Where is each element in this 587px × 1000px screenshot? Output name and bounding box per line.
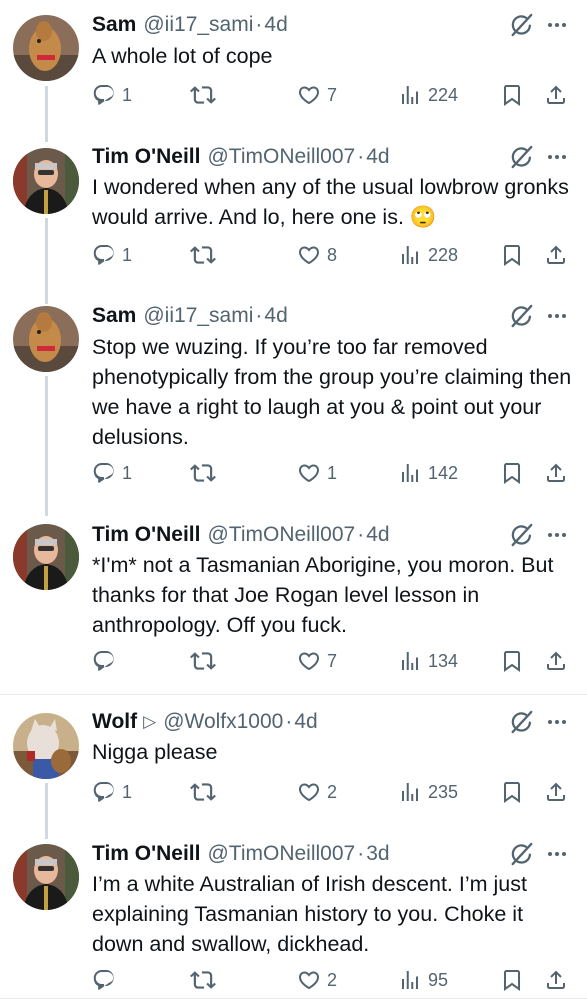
share-icon — [544, 968, 568, 992]
retweet-button[interactable] — [190, 965, 216, 995]
more-icon[interactable] — [545, 842, 569, 866]
display-name[interactable]: Tim O'Neill — [92, 842, 200, 866]
reply-icon — [92, 968, 116, 992]
tweet-text: I’m a white Australian of Irish descent.… — [92, 872, 527, 956]
bookmark-icon — [500, 968, 524, 992]
share-button[interactable] — [544, 965, 568, 995]
reply-button[interactable] — [92, 965, 122, 995]
views-button[interactable]: 95 — [398, 965, 448, 995]
like-count: 2 — [327, 969, 338, 990]
timestamp[interactable]: 3d — [366, 842, 389, 866]
action-bar: 2 95 — [92, 965, 572, 995]
retweet-icon — [190, 967, 216, 993]
separator-dot: · — [357, 842, 365, 865]
like-button[interactable]: 2 — [297, 965, 337, 995]
analytics-icon — [398, 968, 422, 992]
tweet-header: Tim O'Neill @TimONeill007 · 3d — [92, 839, 390, 869]
heart-icon — [297, 968, 321, 992]
avatar[interactable] — [13, 844, 79, 910]
view-count: 95 — [428, 969, 449, 990]
tweet[interactable]: Tim O'Neill @TimONeill007 · 3d I’m a whi… — [0, 0, 587, 1000]
grok-icon[interactable] — [508, 841, 534, 867]
bookmark-button[interactable] — [500, 965, 524, 995]
user-handle[interactable]: @TimONeill007 — [207, 842, 355, 866]
